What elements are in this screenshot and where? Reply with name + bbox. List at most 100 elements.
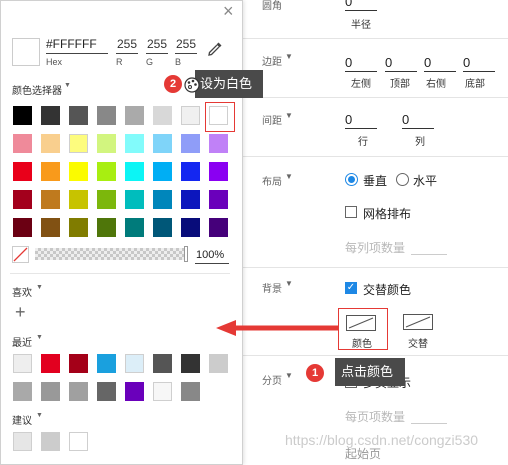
palette-swatch[interactable] xyxy=(97,106,116,125)
palette-swatch[interactable] xyxy=(69,218,88,237)
chevron-down-icon[interactable]: ▼ xyxy=(285,111,293,120)
divider xyxy=(243,267,508,268)
palette-swatch[interactable] xyxy=(153,218,172,237)
chevron-down-icon[interactable]: ▼ xyxy=(285,279,293,288)
b-input[interactable]: 255 xyxy=(176,37,196,51)
chevron-down-icon[interactable]: ▼ xyxy=(285,52,293,61)
palette-swatch[interactable] xyxy=(153,162,172,181)
palette-swatch[interactable] xyxy=(181,134,200,153)
recent-swatch[interactable] xyxy=(13,354,32,373)
opacity-value[interactable]: 100% xyxy=(196,249,224,261)
recent-swatch[interactable] xyxy=(209,354,228,373)
palette-swatch[interactable] xyxy=(181,162,200,181)
palette-swatch[interactable] xyxy=(125,190,144,209)
recent-swatch[interactable] xyxy=(41,382,60,401)
alternate-checkbox[interactable]: ✓ xyxy=(345,282,357,294)
palette-swatch[interactable] xyxy=(41,190,60,209)
palette-swatch[interactable] xyxy=(13,162,32,181)
recent-swatch[interactable] xyxy=(181,382,200,401)
chevron-down-icon[interactable]: ▼ xyxy=(36,334,43,341)
palette-swatch[interactable] xyxy=(125,134,144,153)
r-underline xyxy=(116,53,138,54)
palette-swatch[interactable] xyxy=(181,106,200,125)
highlight-white-swatch xyxy=(205,102,235,132)
recent-swatch[interactable] xyxy=(69,382,88,401)
suggest-swatch[interactable] xyxy=(41,432,60,451)
chevron-down-icon[interactable]: ▼ xyxy=(285,371,293,380)
palette-swatch[interactable] xyxy=(41,218,60,237)
palette-swatch[interactable] xyxy=(69,190,88,209)
palette-swatch[interactable] xyxy=(97,134,116,153)
horizontal-radio[interactable] xyxy=(396,173,409,186)
recent-swatch[interactable] xyxy=(153,382,172,401)
palette-swatch[interactable] xyxy=(69,134,88,153)
palette-swatch[interactable] xyxy=(181,190,200,209)
chevron-down-icon[interactable]: ▼ xyxy=(36,412,43,419)
suggest-swatch[interactable] xyxy=(69,432,88,451)
palette-swatch[interactable] xyxy=(69,106,88,125)
opacity-handle[interactable] xyxy=(184,246,188,262)
margin-label: 边距 xyxy=(262,57,282,68)
recent-swatch[interactable] xyxy=(181,354,200,373)
palette-swatch[interactable] xyxy=(153,106,172,125)
margin-bottom-input[interactable]: 0 xyxy=(463,55,495,72)
recent-swatch[interactable] xyxy=(41,354,60,373)
r-input[interactable]: 255 xyxy=(117,37,137,51)
per-row-input[interactable] xyxy=(411,254,447,255)
vertical-radio[interactable] xyxy=(345,173,358,186)
opacity-slider[interactable] xyxy=(35,248,187,260)
grid-checkbox[interactable] xyxy=(345,206,357,218)
palette-swatch[interactable] xyxy=(153,190,172,209)
palette-swatch[interactable] xyxy=(41,106,60,125)
palette-swatch[interactable] xyxy=(209,218,228,237)
recent-swatch[interactable] xyxy=(13,382,32,401)
margin-right-input[interactable]: 0 xyxy=(424,55,456,72)
no-color-icon[interactable] xyxy=(12,246,29,263)
per-page-input[interactable] xyxy=(411,423,447,424)
palette-swatch[interactable] xyxy=(41,134,60,153)
palette-swatch[interactable] xyxy=(125,106,144,125)
radius-input[interactable]: 0 xyxy=(345,0,377,11)
palette-swatch[interactable] xyxy=(69,162,88,181)
eyedropper-icon[interactable] xyxy=(206,40,224,58)
chevron-down-icon[interactable]: ▼ xyxy=(36,284,43,291)
hex-input[interactable]: #FFFFFF xyxy=(46,37,97,51)
palette-swatch[interactable] xyxy=(209,162,228,181)
palette-swatch[interactable] xyxy=(13,106,32,125)
recent-swatch[interactable] xyxy=(97,382,116,401)
add-favorite-icon[interactable]: + xyxy=(15,302,26,322)
margin-top-input[interactable]: 0 xyxy=(385,55,417,72)
suggest-swatch[interactable] xyxy=(13,432,32,451)
alternate-swatch-button[interactable] xyxy=(403,314,433,330)
palette-swatch[interactable] xyxy=(181,218,200,237)
palette-swatch[interactable] xyxy=(13,134,32,153)
palette-swatch[interactable] xyxy=(209,190,228,209)
g-input[interactable]: 255 xyxy=(147,37,167,51)
recent-swatch[interactable] xyxy=(125,382,144,401)
palette-swatch[interactable] xyxy=(125,162,144,181)
row-spacing-input[interactable]: 0 xyxy=(345,112,377,129)
arrow-icon xyxy=(216,320,338,336)
b-underline xyxy=(175,53,197,54)
col-spacing-input[interactable]: 0 xyxy=(402,112,434,129)
recent-swatch[interactable] xyxy=(97,354,116,373)
palette-swatch[interactable] xyxy=(97,162,116,181)
palette-swatch[interactable] xyxy=(13,190,32,209)
recent-swatch[interactable] xyxy=(69,354,88,373)
palette-swatch[interactable] xyxy=(153,134,172,153)
palette-swatch[interactable] xyxy=(125,218,144,237)
recent-swatch[interactable] xyxy=(153,354,172,373)
b-label: B xyxy=(175,57,182,67)
per-page-label: 每页项数量 xyxy=(345,410,406,424)
recent-swatch[interactable] xyxy=(125,354,144,373)
chevron-down-icon[interactable]: ▼ xyxy=(64,82,71,89)
palette-swatch[interactable] xyxy=(41,162,60,181)
palette-swatch[interactable] xyxy=(209,134,228,153)
palette-swatch[interactable] xyxy=(97,190,116,209)
palette-swatch[interactable] xyxy=(13,218,32,237)
per-row-label: 每列项数量 xyxy=(345,241,406,255)
close-icon[interactable]: × xyxy=(223,1,234,21)
margin-left-input[interactable]: 0 xyxy=(345,55,377,72)
chevron-down-icon[interactable]: ▼ xyxy=(285,172,293,181)
palette-swatch[interactable] xyxy=(97,218,116,237)
